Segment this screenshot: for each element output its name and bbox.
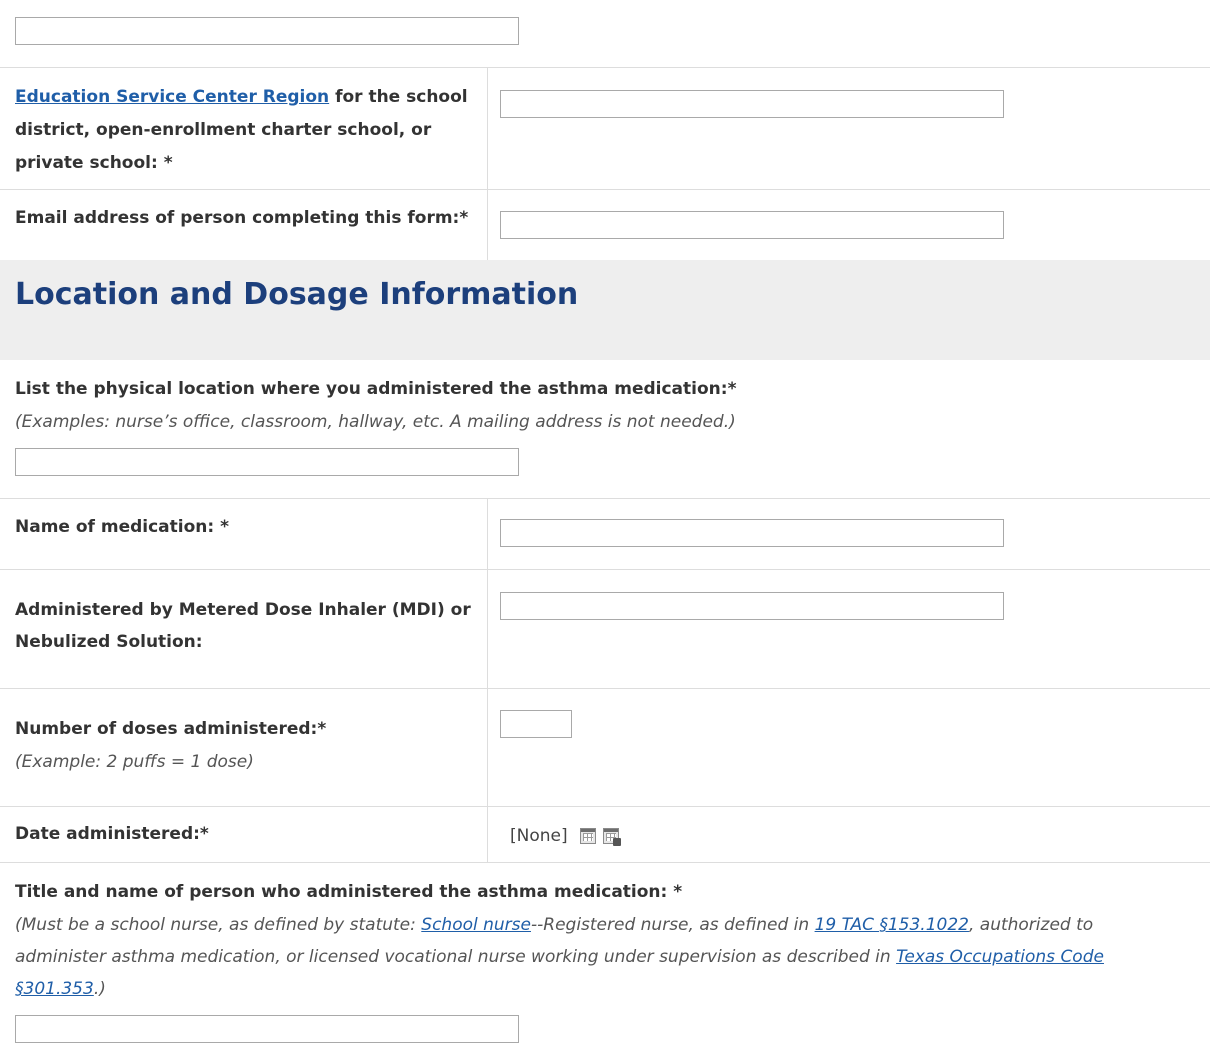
region-label-cell: Education Service Center Region for the … (0, 68, 488, 189)
nurse-hint-line2-text: administer asthma medication, or license… (15, 947, 897, 967)
top-text-input[interactable] (15, 17, 519, 45)
date-field-cell (489, 807, 1210, 862)
administered-by-label-cell: Administered by Metered Dose Inhaler (MD… (0, 570, 488, 688)
location-label: List the physical location where you adm… (15, 379, 737, 399)
email-row: Email address of person completing this … (0, 190, 1210, 260)
school-nurse-link[interactable]: School nurse (421, 915, 531, 935)
nurse-row: Title and name of person who administere… (0, 863, 1210, 1064)
email-label-cell: Email address of person completing this … (0, 190, 488, 260)
administered-by-field-cell (489, 570, 1210, 688)
education-service-center-region-link[interactable]: Education Service Center Region (15, 87, 329, 107)
calendar-clear-icon-overlay (613, 838, 621, 846)
calendar-icon-bar (581, 829, 595, 832)
medication-row: Name of medication: * (0, 499, 1210, 570)
doses-label: Number of doses administered:* (15, 719, 327, 739)
texas-occupations-code-link[interactable]: Texas Occupations Code (896, 947, 1104, 967)
email-input[interactable] (500, 211, 1004, 239)
region-label-line1-rest: for the school (329, 87, 468, 107)
medication-label: Name of medication: * (15, 517, 229, 537)
form-page: Education Service Center Region for the … (0, 0, 1210, 1064)
email-label: Email address of person completing this … (15, 208, 469, 228)
region-row: Education Service Center Region for the … (0, 68, 1210, 190)
nurse-hint-part2: --Registered nurse, as defined in (530, 915, 815, 935)
date-value: [None] (510, 826, 568, 846)
administered-by-label-line1: Administered by Metered Dose Inhaler (MD… (15, 600, 471, 620)
doses-hint: (Example: 2 puffs = 1 dose) (15, 752, 254, 772)
date-label-cell: Date administered:* (0, 807, 488, 862)
doses-input[interactable] (500, 710, 572, 738)
region-field-cell (489, 68, 1210, 189)
nurse-hint-part3: , authorized to (968, 915, 1094, 935)
tac-153-1022-link[interactable]: 19 TAC §153.1022 (815, 915, 969, 935)
email-field-cell (489, 190, 1210, 260)
administered-by-input[interactable] (500, 592, 1004, 620)
doses-label-cell: Number of doses administered:* (Example:… (0, 689, 488, 806)
region-label-line2: district, open-enrollment charter school… (15, 120, 432, 140)
doses-field-cell (489, 689, 1210, 806)
calendar-clear-icon[interactable] (603, 828, 621, 846)
calendar-icon[interactable] (580, 828, 596, 844)
location-input[interactable] (15, 448, 519, 476)
section-title: Location and Dosage Information (15, 277, 579, 312)
texas-occupations-code-section-link[interactable]: §301.353 (15, 979, 94, 999)
location-row: List the physical location where you adm… (0, 360, 1210, 499)
medication-field-cell (489, 499, 1210, 569)
top-field-row (0, 0, 1210, 68)
region-label: Education Service Center Region for the … (15, 81, 468, 114)
region-label-line3: private school: * (15, 153, 173, 173)
nurse-hint-line2: administer asthma medication, or license… (15, 941, 1104, 974)
administered-by-row: Administered by Metered Dose Inhaler (MD… (0, 570, 1210, 689)
medication-input[interactable] (500, 519, 1004, 547)
calendar-icon-grid (583, 833, 593, 841)
doses-row: Number of doses administered:* (Example:… (0, 689, 1210, 807)
nurse-hint-part1: (Must be a school nurse, as defined by s… (15, 915, 422, 935)
nurse-label: Title and name of person who administere… (15, 882, 683, 902)
date-label: Date administered:* (15, 824, 209, 844)
region-input[interactable] (500, 90, 1004, 118)
medication-label-cell: Name of medication: * (0, 499, 488, 569)
nurse-hint-line3: §301.353.) (15, 973, 106, 1006)
location-hint: (Examples: nurse’s office, classroom, ha… (15, 412, 736, 432)
nurse-input[interactable] (15, 1015, 519, 1043)
nurse-hint-end: .) (93, 979, 106, 999)
nurse-hint-line1: (Must be a school nurse, as defined by s… (15, 909, 1093, 942)
calendar-clear-icon-bar (604, 829, 618, 832)
administered-by-label-line2: Nebulized Solution: (15, 632, 203, 652)
